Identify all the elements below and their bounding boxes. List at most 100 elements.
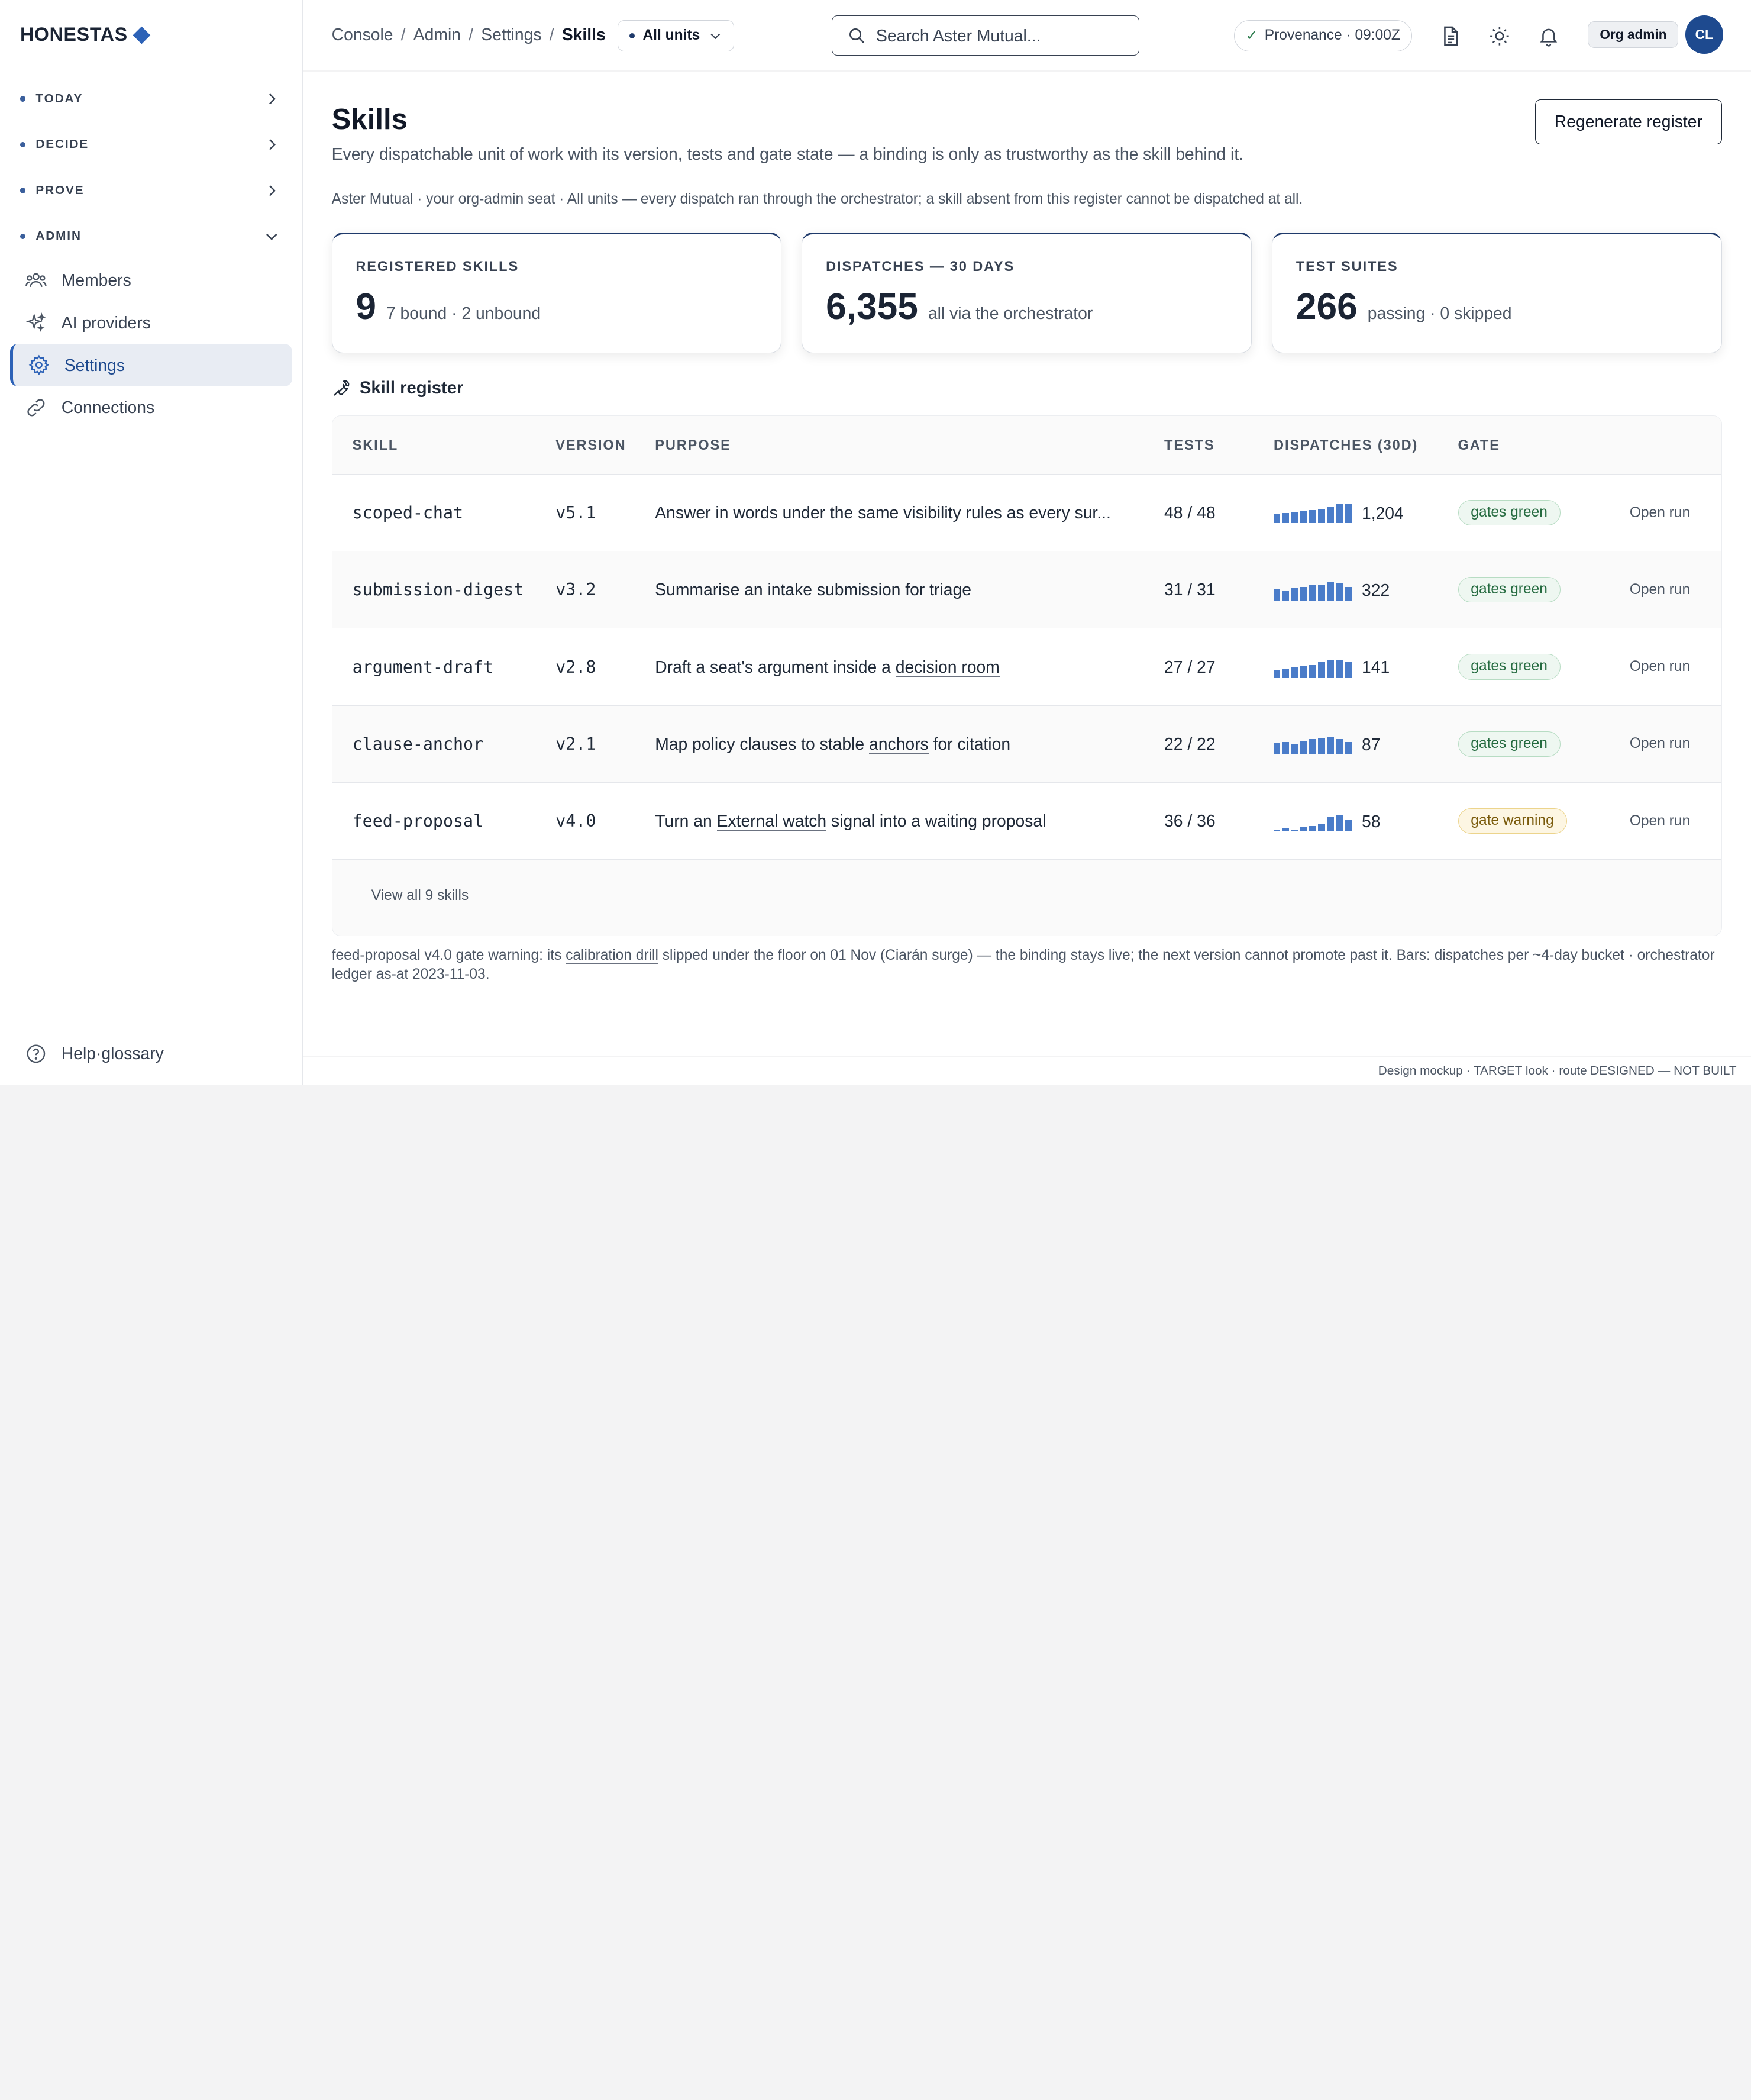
sidebar-item-settings[interactable]: Settings [9, 344, 292, 387]
sparkles-icon [25, 312, 46, 332]
nav-section-decide[interactable]: DECIDE [0, 122, 302, 167]
context-line: Aster Mutual · your org-admin seat · All… [331, 191, 1303, 207]
role-badge[interactable]: Org admin [1588, 21, 1679, 49]
sidebar-item-ai-providers[interactable]: AI providers [10, 302, 292, 344]
table-row[interactable]: scoped-chat v5.1 Answer in words under the… [332, 474, 1721, 552]
col-version[interactable]: VERSION [555, 416, 655, 475]
nav-section-prove[interactable]: PROVE [0, 167, 302, 213]
provenance-badge[interactable]: ✓ Provenance · 09:00Z [1234, 20, 1412, 51]
table-row[interactable]: submission-digest v3.2 Summarise an intake… [332, 551, 1721, 629]
cell-dispatches: 141 [1274, 628, 1458, 706]
sparkline-bar [1300, 827, 1307, 832]
dispatch-count: 58 [1361, 811, 1381, 831]
table-header-row: SKILL VERSION PURPOSE TESTS DISPATCHES (… [332, 416, 1721, 475]
sparkline-bar [1274, 829, 1281, 832]
glossary-term[interactable]: External watch [716, 811, 827, 831]
stat-value: 266 [1296, 286, 1358, 328]
open-run-link[interactable]: Open run [1623, 782, 1721, 860]
notifications-button[interactable] [1536, 22, 1562, 49]
dispatch-sparkline [1274, 811, 1352, 832]
search-box[interactable] [832, 15, 1139, 56]
dispatch-count: 1,204 [1361, 503, 1404, 522]
sparkline-bar [1327, 582, 1334, 601]
glossary-term[interactable]: anchors [868, 734, 929, 754]
nav-section-admin[interactable]: ADMIN [0, 214, 302, 259]
dispatch-sparkline [1274, 580, 1352, 601]
sparkline-bar [1291, 744, 1298, 755]
document-button[interactable] [1437, 22, 1464, 49]
section-dot-icon [20, 188, 26, 193]
chevron-right-icon [269, 93, 276, 105]
open-run-link[interactable]: Open run [1623, 474, 1721, 552]
cell-dispatches: 322 [1274, 551, 1458, 629]
regenerate-register-button[interactable]: Regenerate register [1534, 99, 1722, 144]
breadcrumb-console[interactable]: Console [332, 25, 393, 44]
members-icon [25, 273, 47, 287]
col-skill[interactable]: SKILL [332, 416, 556, 475]
table-row[interactable]: clause-anchor v2.1 Map policy clauses to s… [332, 705, 1721, 783]
sidebar-item-label: Members [61, 270, 131, 290]
sparkline-bar [1318, 824, 1325, 832]
view-all-skills-link[interactable]: View all 9 skills [371, 888, 469, 904]
skill-name[interactable]: feed-proposal [353, 811, 483, 831]
stat-label: TEST SUITES [1296, 259, 1398, 275]
sparkline-bar [1336, 659, 1343, 678]
cell-version: v4.0 [555, 782, 655, 860]
skill-register-table: SKILL VERSION PURPOSE TESTS DISPATCHES (… [331, 415, 1722, 936]
breadcrumb-settings[interactable]: Settings [481, 25, 541, 44]
section-dot-icon [20, 141, 26, 148]
theme-toggle[interactable] [1487, 22, 1513, 49]
cell-tests: 22 / 22 [1164, 705, 1274, 783]
skill-name[interactable]: submission-digest [353, 580, 524, 599]
footnote-text: feed-proposal v4.0 gate warning: its [331, 947, 566, 963]
sparkline-bar [1336, 814, 1343, 832]
register-heading: Skill register [332, 378, 464, 398]
help-glossary-link[interactable]: Help·glossary [0, 1022, 302, 1085]
col-tests[interactable]: TESTS [1164, 416, 1274, 475]
open-run-link[interactable]: Open run [1623, 551, 1721, 629]
col-dispatches[interactable]: DISPATCHES (30D) [1274, 416, 1458, 475]
register-title: Skill register [359, 378, 464, 398]
glossary-term[interactable]: decision room [895, 657, 1000, 677]
cell-tests: 31 / 31 [1164, 551, 1274, 629]
open-run-link[interactable]: Open run [1623, 705, 1721, 783]
units-selector[interactable]: All units [617, 20, 734, 51]
sun-icon [1490, 26, 1510, 46]
col-gate[interactable]: GATE [1458, 416, 1623, 475]
skill-name[interactable]: clause-anchor [353, 734, 483, 754]
cell-skill: submission-digest [332, 551, 556, 629]
sidebar-item-members[interactable]: Members [10, 259, 292, 302]
glossary-term[interactable]: calibration drill [566, 947, 658, 964]
skill-name[interactable]: argument-draft [353, 657, 494, 677]
sparkline-bar [1274, 589, 1281, 601]
breadcrumb: Console / Admin / Settings / Skills [332, 25, 606, 44]
stat-label: DISPATCHES — 30 DAYS [826, 259, 1015, 275]
cell-version: v3.2 [555, 551, 655, 629]
sidebar-item-connections[interactable]: Connections [10, 386, 292, 429]
check-icon: ✓ [1245, 28, 1258, 44]
nav-section-label: DECIDE [35, 137, 89, 151]
table-row[interactable]: feed-proposal v4.0 Turn an External watch … [332, 782, 1721, 860]
purpose-text: signal into a waiting proposal [826, 811, 1046, 831]
search-input[interactable] [876, 25, 1122, 46]
cell-skill: feed-proposal [332, 782, 556, 860]
nav-section-label: PROVE [35, 183, 85, 197]
breadcrumb-admin[interactable]: Admin [413, 25, 461, 44]
chevron-right-icon [269, 139, 276, 150]
purpose-text: Summarise an intake submission for triag… [655, 580, 971, 599]
sidebar: HONESTAS TODAY DECIDE PROVE ADMIN Member… [0, 0, 303, 1085]
link-icon [27, 399, 44, 417]
table-row[interactable]: argument-draft v2.8 Draft a seat's argumen… [332, 628, 1721, 706]
sparkline-bar [1309, 738, 1316, 755]
open-run-link[interactable]: Open run [1623, 628, 1721, 706]
avatar[interactable]: CL [1685, 15, 1723, 54]
stat-note: passing · 0 skipped [1367, 304, 1512, 323]
nav-section-today[interactable]: TODAY [0, 76, 302, 121]
sparkline-bar [1309, 665, 1316, 678]
col-purpose[interactable]: PURPOSE [655, 416, 1165, 475]
sparkline-bar [1282, 590, 1290, 601]
skill-name[interactable]: scoped-chat [353, 503, 463, 522]
stat-card-dispatches: DISPATCHES — 30 DAYS 6,355 all via the o… [802, 232, 1252, 353]
stat-value: 9 [356, 286, 376, 328]
brand[interactable]: HONESTAS [0, 0, 302, 70]
